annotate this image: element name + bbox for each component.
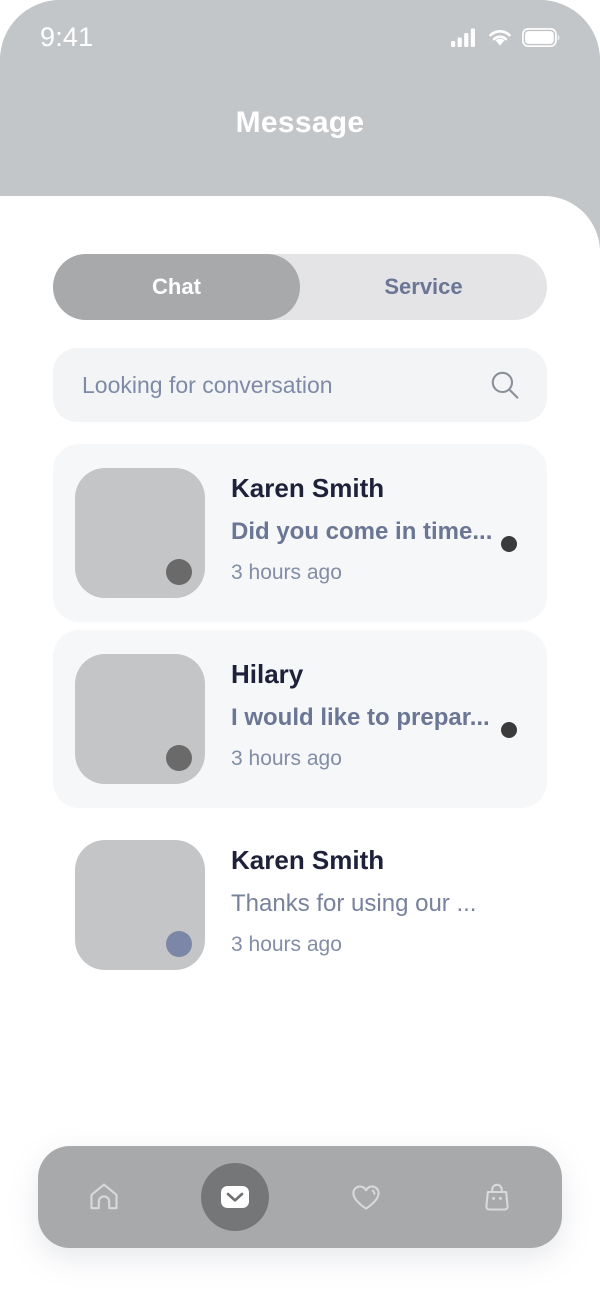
conversation-item[interactable]: Karen Smith Did you come in time... 3 ho… <box>53 444 547 622</box>
search-icon[interactable] <box>489 369 521 401</box>
home-icon[interactable] <box>84 1177 124 1217</box>
unread-indicator <box>501 722 517 738</box>
main-content: Chat Service Karen Smith Did you come in… <box>0 248 600 994</box>
avatar-status-dot <box>166 559 192 585</box>
status-icons <box>451 27 560 47</box>
avatar <box>75 468 205 598</box>
page-title: Message <box>235 106 365 139</box>
tab-service[interactable]: Service <box>300 254 547 320</box>
segmented-tabs: Chat Service <box>53 254 547 320</box>
nav-item-favorites[interactable] <box>324 1155 408 1239</box>
battery-icon <box>522 27 560 47</box>
conversation-item[interactable]: Karen Smith Thanks for using our ... 3 h… <box>53 816 547 994</box>
conversation-time: 3 hours ago <box>231 560 342 584</box>
heart-icon[interactable] <box>346 1177 386 1217</box>
nav-item-messages[interactable] <box>193 1155 277 1239</box>
bottom-navigation <box>38 1146 562 1248</box>
conversation-time: 3 hours ago <box>231 932 342 956</box>
avatar-status-dot <box>166 745 192 771</box>
shopping-bag-icon[interactable] <box>477 1177 517 1217</box>
nav-item-home[interactable] <box>62 1155 146 1239</box>
conversation-name: Karen Smith <box>231 474 385 503</box>
status-time: 9:41 <box>40 21 94 52</box>
conversation-item[interactable]: Hilary I would like to prepar... 3 hours… <box>53 630 547 808</box>
conversation-meta: Hilary I would like to prepar... 3 hours… <box>205 654 525 770</box>
conversation-name: Hilary <box>231 660 304 689</box>
cellular-signal-icon <box>451 28 475 47</box>
search-bar[interactable] <box>53 348 547 422</box>
phone-screen: 9:41 Message Chat Service Looking for co… <box>0 0 600 1296</box>
avatar <box>75 654 205 784</box>
conversation-meta: Karen Smith Thanks for using our ... 3 h… <box>205 840 525 956</box>
conversation-meta: Karen Smith Did you come in time... 3 ho… <box>205 468 525 584</box>
nav-item-shop[interactable] <box>455 1155 539 1239</box>
conversation-list: Karen Smith Did you come in time... 3 ho… <box>53 444 547 994</box>
unread-indicator <box>501 536 517 552</box>
conversation-preview: Did you come in time... <box>231 518 493 545</box>
avatar <box>75 840 205 970</box>
conversation-time: 3 hours ago <box>231 746 342 770</box>
avatar-status-dot <box>166 931 192 957</box>
envelope-icon[interactable] <box>216 1178 254 1216</box>
wifi-icon <box>489 29 511 46</box>
nav-active-circle <box>200 1163 269 1231</box>
status-bar: 9:41 <box>0 22 600 52</box>
conversation-preview: I would like to prepar... <box>231 704 490 731</box>
search-input[interactable] <box>82 371 489 399</box>
tab-chat[interactable]: Chat <box>53 254 300 320</box>
conversation-name: Karen Smith <box>231 846 385 875</box>
conversation-preview: Thanks for using our ... <box>231 890 477 917</box>
